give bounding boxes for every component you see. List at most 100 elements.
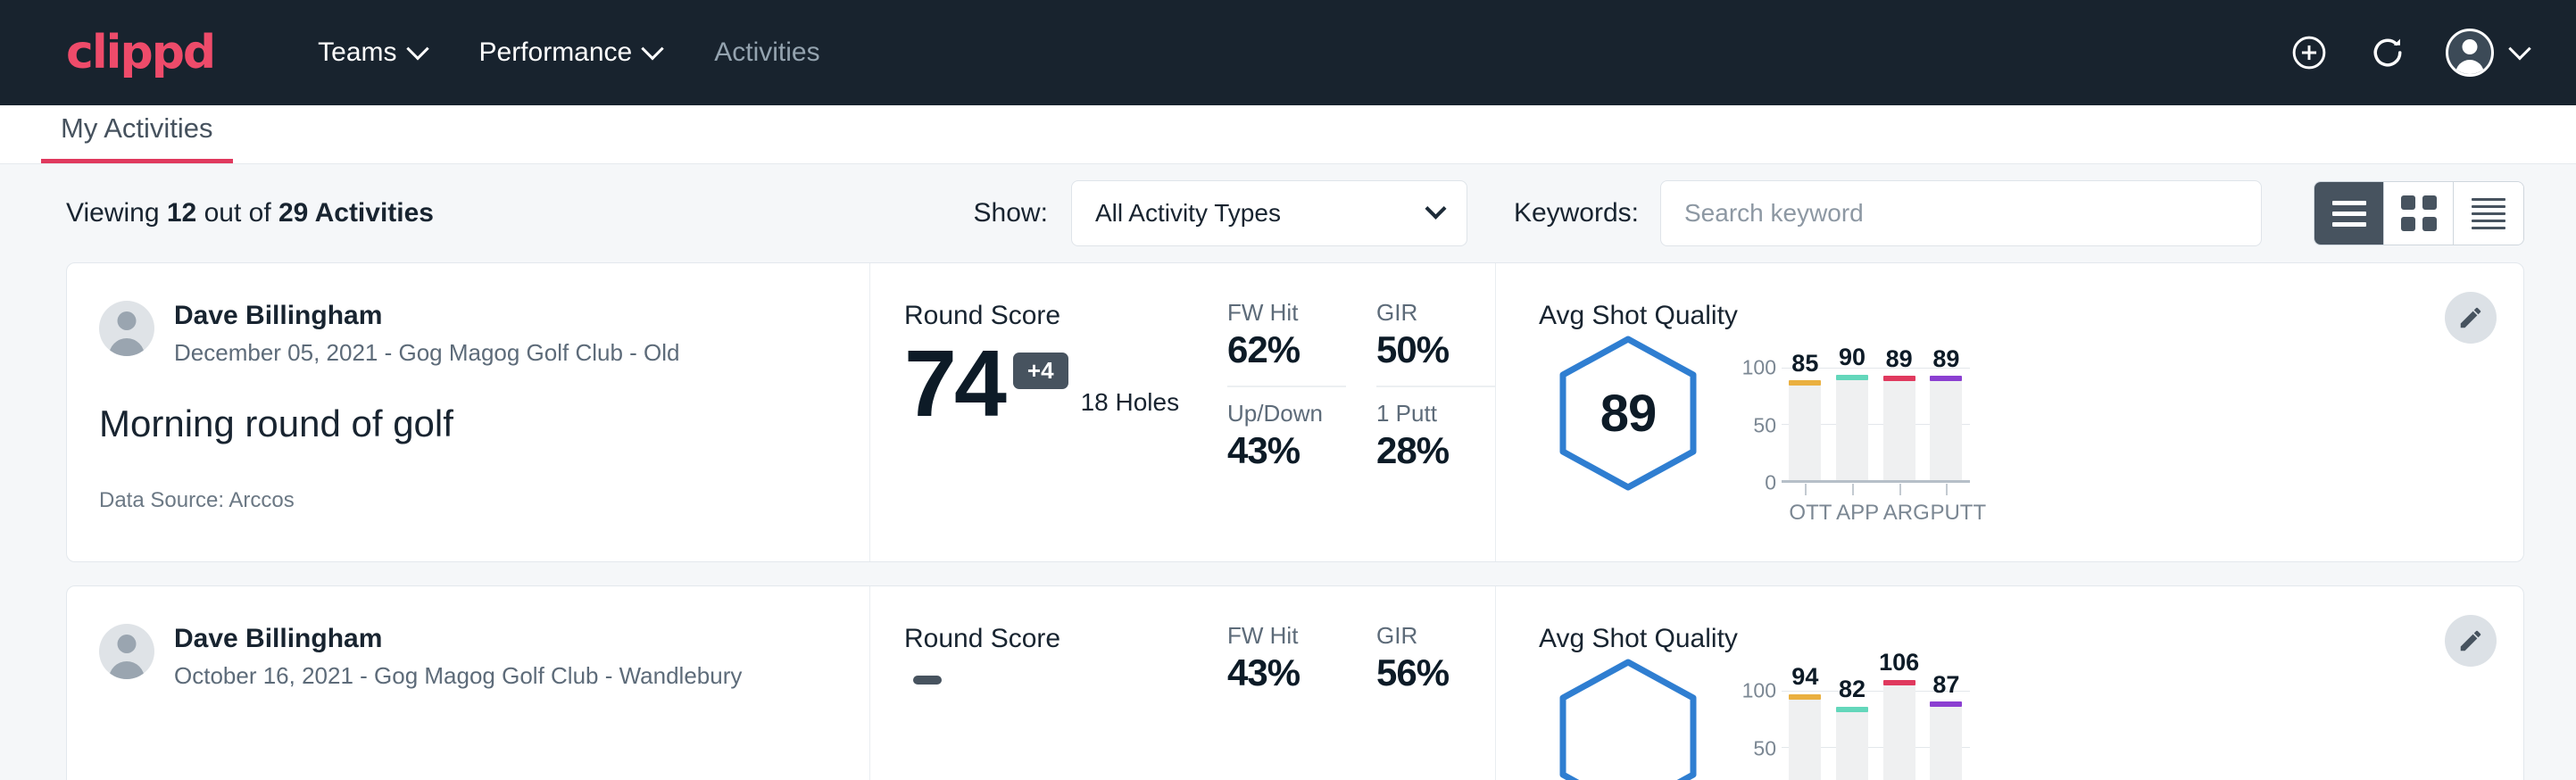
quality-hexagon-value: 89 [1600,384,1657,444]
stat-label: FW Hit [1227,299,1346,327]
bar-cap [1789,694,1821,700]
activity-list: Dave Billingham December 05, 2021 - Gog … [0,262,2576,780]
nav-item-teams[interactable]: Teams [291,37,452,68]
shot-quality-chart: 100 50 0 85 [1717,335,2523,526]
activity-type-selected-value: All Activity Types [1095,199,1281,228]
stat-label: GIR [1376,622,1495,650]
account-menu[interactable] [2446,29,2528,77]
bar-cap [1789,380,1821,386]
x-tick-label: OTT [1789,501,1821,526]
stat-label: FW Hit [1227,622,1346,650]
activity-type-select[interactable]: All Activity Types [1071,180,1467,246]
refresh-icon[interactable] [2367,32,2408,73]
activity-data-source: Data Source: Arccos [99,488,869,513]
y-tick: 50 [1753,413,1776,437]
edit-activity-button[interactable] [2445,292,2497,344]
filter-bar: Viewing 12 out of 29 Activities Show: Al… [0,164,2576,262]
avatar [99,624,154,679]
stat-value: 43% [1227,429,1346,472]
activity-card[interactable]: Dave Billingham October 16, 2021 - Gog M… [66,585,2524,780]
stat-value: 28% [1376,429,1495,472]
add-circle-icon[interactable] [2289,32,2330,73]
round-score-row: 74 +4 18 Holes [904,336,1227,431]
activity-user-row: Dave Billingham October 16, 2021 - Gog M… [99,624,869,690]
round-score-section: Round Score [870,586,1227,780]
quality-hexagon: 89 [1558,335,1699,492]
stat-gir: GIR 56% [1376,622,1495,694]
x-tick-label: PUTT [1930,501,1962,526]
chart-bars: 85 90 89 [1782,351,1970,480]
stat-up-down: Up/Down 43% [1227,386,1346,472]
search-input[interactable] [1660,180,2262,246]
grid-view-icon [2401,195,2437,231]
bar-value-label: 85 [1791,350,1818,378]
chart-bar-putt: 89 [1930,351,1962,480]
bar-cap [1836,707,1868,712]
stat-gir: GIR 50% [1376,299,1495,371]
filter-controls: Show: All Activity Types Keywords: [974,180,2524,246]
bar-value-label: 90 [1839,344,1866,371]
stat-value: 56% [1376,651,1495,694]
chevron-down-icon [1425,197,1446,219]
stat-value: 62% [1227,328,1346,371]
round-stats-grid: FW Hit 62% GIR 50% Up/Down 43% 1 Putt 28… [1227,263,1495,561]
round-stats-grid: FW Hit 43% GIR 56% [1227,586,1495,780]
activity-card[interactable]: Dave Billingham December 05, 2021 - Gog … [66,262,2524,562]
round-score-row [904,660,1227,685]
list-view-icon [2332,201,2366,227]
bar-value-label: 89 [1886,345,1913,373]
nav-item-activities[interactable]: Activities [687,37,846,68]
y-tick: 0 [1765,471,1776,495]
activity-summary: Dave Billingham October 16, 2021 - Gog M… [67,586,870,780]
activity-user-row: Dave Billingham December 05, 2021 - Gog … [99,301,869,367]
avg-shot-quality-body: 100 50 0 94 [1539,658,2523,780]
y-tick: 50 [1753,736,1776,760]
chart-plot-area: 94 82 106 [1782,674,1970,780]
app-logo[interactable]: clippd [66,26,214,79]
pencil-icon [2457,627,2484,654]
shot-quality-chart: 100 50 0 94 [1717,658,2523,780]
chart-y-axis: 100 50 0 [1733,674,1782,780]
stat-label: Up/Down [1227,400,1346,427]
edit-activity-button[interactable] [2445,615,2497,667]
chart-plot-area: 85 90 89 [1782,351,1970,483]
activity-user-name: Dave Billingham [174,301,680,331]
x-tick-label: ARG [1883,501,1915,526]
y-tick: 100 [1742,679,1776,703]
view-toggle-list[interactable] [2314,182,2384,245]
nav-actions [2289,29,2528,77]
viewing-count: 12 [167,198,196,228]
stat-value: 50% [1376,328,1495,371]
avg-shot-quality-section: Avg Shot Quality 89 100 50 [1495,263,2523,561]
round-holes-label: 18 Holes [1081,388,1180,417]
quality-hexagon-wrap: 89 [1539,335,1717,492]
view-toggle-grid[interactable] [2384,182,2454,245]
chart-y-axis: 100 50 0 [1733,351,1782,483]
round-score-label: Round Score [904,301,1227,331]
show-label: Show: [974,198,1048,228]
chart-bar-ott: 94 [1789,674,1821,780]
viewing-middle: out of [204,198,271,228]
bar-value-label: 87 [1932,671,1959,699]
bar-value-label: 106 [1879,649,1919,676]
quality-hexagon-wrap [1539,658,1717,780]
bar-cap [1883,680,1915,685]
chevron-down-icon [2508,37,2530,60]
activity-title: Morning round of golf [99,402,869,445]
pencil-icon [2457,304,2484,331]
avg-shot-quality-body: 89 100 50 0 [1539,335,2523,526]
avg-shot-quality-label: Avg Shot Quality [1539,301,2523,331]
stat-value: 43% [1227,651,1346,694]
hexagon-icon [1558,658,1699,780]
chart-bar-app: 82 [1836,674,1868,780]
bar-cap [1836,375,1868,380]
tab-my-activities-label: My Activities [61,112,213,144]
nav-item-performance[interactable]: Performance [453,37,688,68]
bar-cap [1930,376,1962,381]
activity-date-venue: October 16, 2021 - Gog Magog Golf Club -… [174,662,742,690]
view-toggle-compact[interactable] [2454,182,2523,245]
tab-my-activities[interactable]: My Activities [41,112,233,163]
stat-fw-hit: FW Hit 62% [1227,299,1346,371]
stat-fw-hit: FW Hit 43% [1227,622,1346,694]
chart-bars: 94 82 106 [1782,674,1970,780]
